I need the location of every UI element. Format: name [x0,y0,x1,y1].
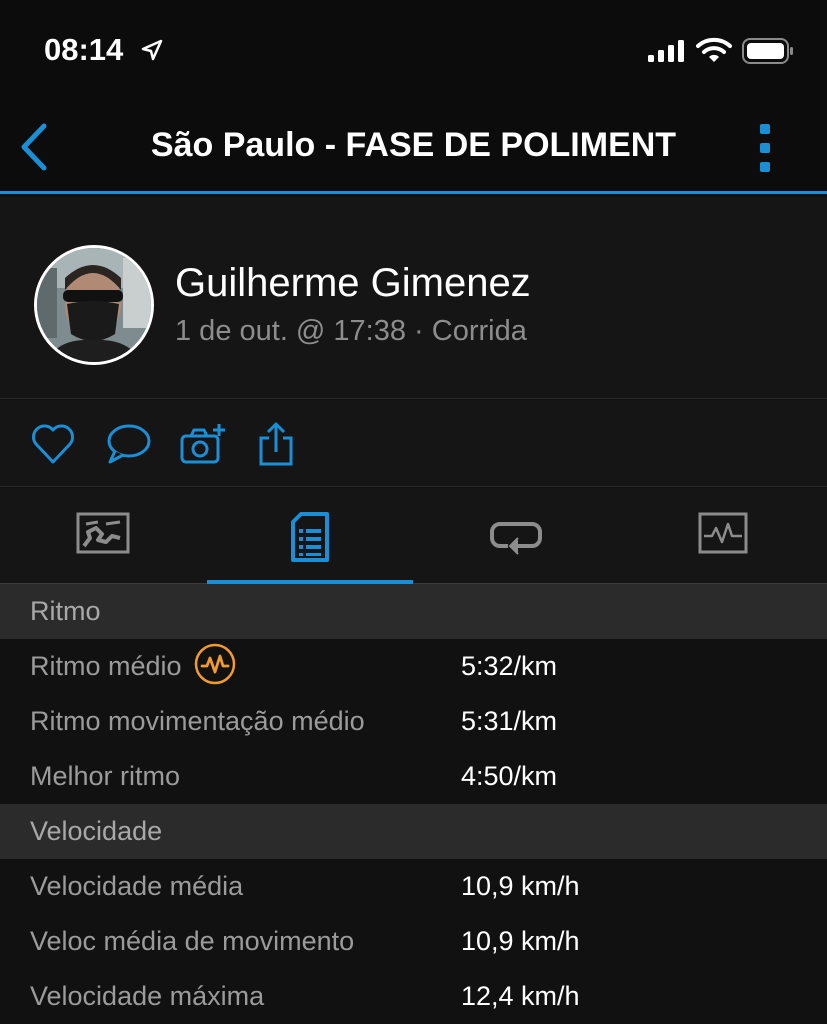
stat-row: Ritmo médio 5:32/km [0,639,827,694]
user-name[interactable]: Guilherme Gimenez [175,261,531,306]
section-header-ritmo: Ritmo [0,584,827,639]
stat-row: Velocidade média 10,9 km/h [0,859,827,914]
stat-value: 10,9 km/h [461,871,580,901]
location-arrow-icon [141,39,163,61]
stat-row: Veloc média de movimento 10,9 km/h [0,914,827,969]
battery-icon [742,38,793,64]
stat-value: 5:31/km [461,706,558,736]
cellular-signal-icon [648,40,684,62]
stat-label-text: Ritmo médio [30,651,182,682]
stat-label: Velocidade média [30,871,244,901]
stats-list: Ritmo Ritmo médio 5:32/km Ritmo moviment… [0,584,827,1024]
stat-label: Melhor ritmo [30,761,181,791]
stat-value: 10,9 km/h [461,926,580,956]
stat-value: 4:50/km [461,761,558,791]
action-bar [0,400,827,487]
stat-label: Veloc média de movimento [30,926,355,956]
comment-icon[interactable] [105,422,151,466]
stat-row: Ritmo movimentação médio 5:31/km [0,694,827,749]
avatar-photo [37,248,151,362]
tab-charts[interactable] [620,488,826,584]
status-time: 08:14 [44,32,124,67]
activity-date-type: 1 de out. @ 17:38 · Corrida [175,315,527,347]
stat-label: Velocidade máxima [30,981,265,1011]
activity-tabs [0,488,827,584]
laps-icon [490,522,542,555]
navigation-bar: São Paulo - FASE DE POLIMENT [0,100,827,194]
section-header-velocidade: Velocidade [0,804,827,859]
heart-icon[interactable] [30,422,76,466]
map-icon [76,512,130,554]
tab-map[interactable] [0,488,206,584]
wifi-icon [696,37,732,62]
stat-value: 12,4 km/h [461,981,580,1011]
more-options-icon[interactable] [752,122,778,174]
chart-icon [698,512,748,554]
tab-laps[interactable] [413,488,619,584]
stat-row: Melhor ritmo 4:50/km [0,749,827,804]
back-chevron-icon[interactable] [14,120,54,174]
share-icon[interactable] [253,422,299,466]
stat-label: Ritmo médio [30,643,236,685]
details-icon [291,512,329,562]
stat-label: Ritmo movimentação médio [30,706,365,736]
stat-row: Velocidade máxima 12,4 km/h [0,969,827,1024]
stat-value: 5:32/km [461,651,558,681]
performance-badge-icon[interactable] [194,643,236,685]
camera-add-icon[interactable] [179,422,225,466]
tab-details[interactable] [207,488,413,584]
status-bar: 08:14 [0,0,827,100]
page-title: São Paulo - FASE DE POLIMENT [150,126,677,164]
activity-header: Guilherme Gimenez 1 de out. @ 17:38 · Co… [0,197,827,399]
avatar[interactable] [34,245,154,365]
